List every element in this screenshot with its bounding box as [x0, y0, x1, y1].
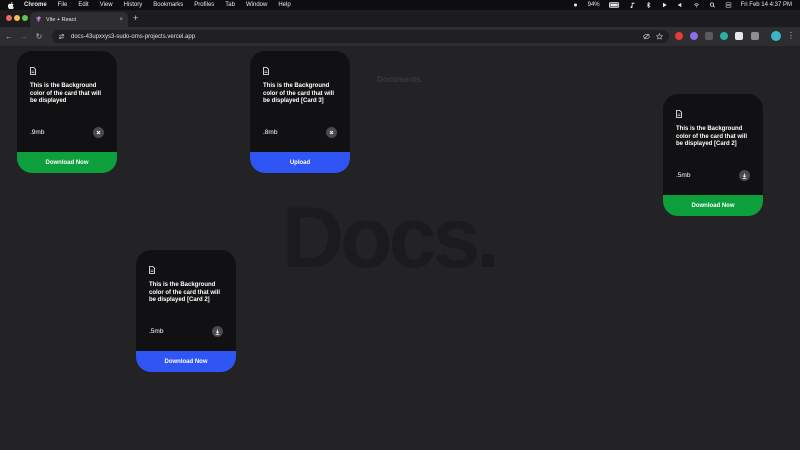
- brightness-icon[interactable]: [572, 2, 579, 8]
- document-icon: [30, 67, 36, 75]
- close-icon: [329, 130, 334, 135]
- download-icon: [742, 173, 747, 179]
- forward-button[interactable]: →: [18, 31, 30, 43]
- doc-card[interactable]: This is the Background color of the card…: [663, 94, 763, 216]
- upload-button[interactable]: Upload: [250, 152, 350, 173]
- menu-bookmarks[interactable]: Bookmarks: [153, 2, 183, 8]
- profile-avatar[interactable]: [771, 31, 781, 41]
- new-tab-button[interactable]: +: [133, 14, 138, 23]
- document-icon: [149, 266, 155, 274]
- doc-card[interactable]: This is the Background color of the card…: [250, 51, 350, 173]
- browser-menu-icon[interactable]: ⋮: [787, 31, 795, 41]
- bookmark-star-icon[interactable]: [656, 33, 663, 40]
- file-size: .5mb: [149, 328, 164, 335]
- url-text: docs-43upxxys3-sudo-oms-projects.vercel.…: [71, 33, 196, 40]
- extensions-puzzle-icon[interactable]: [751, 32, 759, 40]
- download-button[interactable]: [212, 326, 223, 337]
- eye-off-icon[interactable]: [643, 33, 650, 40]
- vite-logo-icon: [35, 16, 42, 23]
- address-bar[interactable]: docs-43upxxys3-sudo-oms-projects.vercel.…: [52, 30, 669, 43]
- extension-s-icon[interactable]: [735, 32, 743, 40]
- back-button[interactable]: ←: [3, 31, 15, 43]
- menu-history[interactable]: History: [124, 2, 143, 8]
- menu-help[interactable]: Help: [278, 2, 290, 8]
- file-size: .8mb: [263, 129, 278, 136]
- extension-teal-icon[interactable]: [720, 32, 728, 40]
- card-description: This is the Background color of the card…: [30, 83, 102, 104]
- file-size: .9mb: [30, 129, 45, 136]
- menu-profiles[interactable]: Profiles: [194, 2, 214, 8]
- extension-plug-icon[interactable]: [705, 32, 713, 40]
- minimize-window-button[interactable]: [14, 15, 20, 21]
- menu-bar: Chrome File Edit View History Bookmarks …: [0, 0, 800, 10]
- extension-red-icon[interactable]: [675, 32, 683, 40]
- download-button[interactable]: [739, 170, 750, 181]
- close-button[interactable]: [93, 127, 104, 138]
- extension-purple-icon[interactable]: [690, 32, 698, 40]
- reload-button[interactable]: ↻: [33, 31, 45, 43]
- download-icon: [215, 329, 220, 335]
- apple-icon[interactable]: [8, 1, 14, 9]
- tab-vite-react[interactable]: Vite + React ×: [30, 12, 128, 27]
- menu-tab[interactable]: Tab: [225, 2, 235, 8]
- close-window-button[interactable]: [6, 15, 12, 21]
- page-content: Docs. Documents. This is the Background …: [0, 46, 800, 450]
- card-description: This is the Background color of the card…: [263, 83, 335, 104]
- page-section-title: Documents.: [377, 75, 423, 84]
- doc-card[interactable]: This is the Background color of the card…: [136, 250, 236, 372]
- play-icon[interactable]: [661, 2, 668, 8]
- page-big-title: Docs.: [282, 190, 500, 286]
- site-info-icon[interactable]: [58, 33, 65, 40]
- clock[interactable]: Fri Feb 14 4:37 PM: [741, 2, 792, 8]
- download-now-button[interactable]: Download Now: [136, 351, 236, 372]
- battery-percent: 94%: [587, 2, 600, 8]
- wifi-icon[interactable]: [693, 2, 700, 8]
- maximize-window-button[interactable]: [22, 15, 28, 21]
- music-icon[interactable]: [629, 2, 636, 8]
- close-button[interactable]: [326, 127, 337, 138]
- menu-edit[interactable]: Edit: [78, 2, 88, 8]
- status-tray: 94% Fri Feb 14 4:37 PM: [572, 2, 792, 8]
- document-icon: [676, 110, 682, 118]
- tab-strip: Vite + React × +: [0, 10, 800, 27]
- file-size: .5mb: [676, 172, 691, 179]
- control-center-icon[interactable]: [725, 2, 732, 8]
- tab-title: Vite + React: [46, 16, 77, 23]
- card-description: This is the Background color of the card…: [149, 282, 221, 303]
- menu-window[interactable]: Window: [246, 2, 267, 8]
- close-icon: [96, 130, 101, 135]
- search-icon[interactable]: [709, 2, 716, 8]
- volume-icon[interactable]: [677, 2, 684, 8]
- browser-toolbar: ← → ↻ docs-43upxxys3-sudo-oms-projects.v…: [0, 27, 800, 46]
- battery-icon[interactable]: [608, 2, 620, 8]
- doc-card[interactable]: This is the Background color of the card…: [17, 51, 117, 173]
- bluetooth-icon[interactable]: [645, 2, 652, 8]
- card-description: This is the Background color of the card…: [676, 126, 748, 147]
- menu-chrome[interactable]: Chrome: [24, 2, 47, 8]
- download-now-button[interactable]: Download Now: [663, 195, 763, 216]
- tab-close-icon[interactable]: ×: [119, 17, 123, 23]
- download-now-button[interactable]: Download Now: [17, 152, 117, 173]
- menu-file[interactable]: File: [58, 2, 68, 8]
- document-icon: [263, 67, 269, 75]
- menu-view[interactable]: View: [100, 2, 113, 8]
